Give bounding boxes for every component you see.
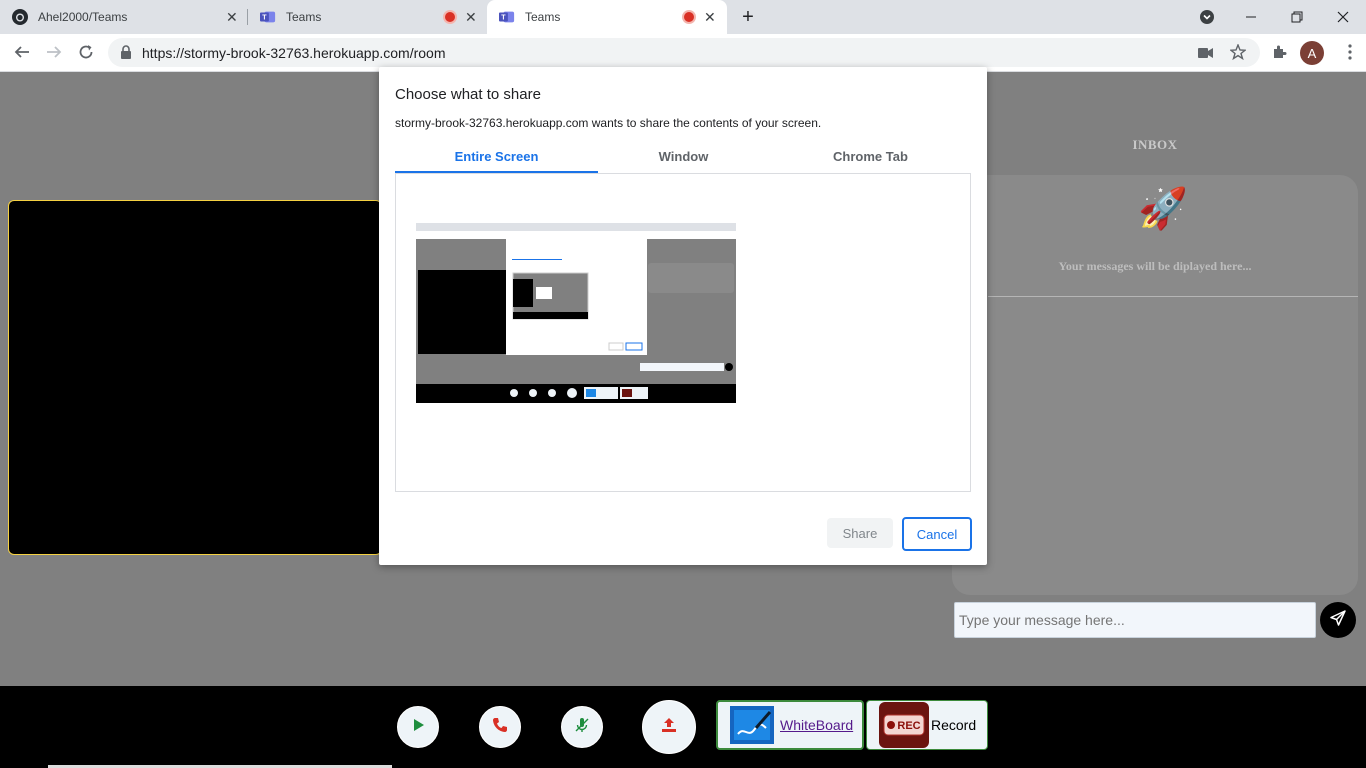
share-screen-dialog: Choose what to share stormy-brook-32763.… xyxy=(379,67,987,565)
screen-thumbnail[interactable] xyxy=(416,223,736,403)
send-message-button[interactable] xyxy=(1320,602,1356,638)
end-call-button[interactable] xyxy=(479,706,521,748)
cancel-button[interactable]: Cancel xyxy=(902,517,972,551)
paper-plane-icon xyxy=(1329,609,1347,632)
inbox-panel: 🚀 Your messages will be diplayed here... xyxy=(952,175,1358,595)
profile-avatar[interactable]: A xyxy=(1300,41,1324,65)
inbox-divider xyxy=(988,296,1358,297)
teams-icon: T xyxy=(260,9,276,25)
rec-camera-icon: REC xyxy=(879,702,929,748)
browser-tab-teams-active[interactable]: T Teams ✕ xyxy=(487,0,727,34)
whiteboard-label: WhiteBoard xyxy=(780,717,854,733)
microphone-slash-icon xyxy=(574,717,590,738)
tab-entire-screen[interactable]: Entire Screen xyxy=(395,149,598,171)
tab-title: Teams xyxy=(286,10,322,24)
menu-kebab-icon[interactable] xyxy=(1338,40,1362,64)
close-tab-icon[interactable]: ✕ xyxy=(465,9,477,26)
screen-preview-area xyxy=(395,173,971,492)
record-label: Record xyxy=(931,717,977,733)
new-tab-button[interactable]: + xyxy=(728,0,768,34)
restore-icon[interactable] xyxy=(1274,0,1320,34)
tab-search-icon[interactable] xyxy=(1184,0,1230,34)
camera-in-use-icon[interactable] xyxy=(1198,46,1214,64)
reload-icon[interactable] xyxy=(74,40,98,64)
tab-chrome-tab[interactable]: Chrome Tab xyxy=(769,149,972,171)
rocket-icon: 🚀 xyxy=(1138,187,1188,231)
address-bar[interactable]: https://stormy-brook-32763.herokuapp.com… xyxy=(108,38,1260,67)
share-screen-button[interactable] xyxy=(642,700,696,754)
play-icon xyxy=(411,718,425,737)
phone-icon xyxy=(492,717,508,738)
svg-text:T: T xyxy=(501,14,506,22)
rec-badge-text: REC xyxy=(897,720,920,732)
extensions-icon[interactable] xyxy=(1268,40,1292,64)
play-video-button[interactable] xyxy=(397,706,439,748)
minimize-icon[interactable] xyxy=(1228,0,1274,34)
teams-icon: T xyxy=(499,9,515,25)
tab-title: Ahel2000/Teams xyxy=(38,10,128,24)
url-text[interactable]: https://stormy-brook-32763.herokuapp.com… xyxy=(142,45,445,61)
github-icon xyxy=(12,9,28,25)
tab-title: Teams xyxy=(525,10,561,24)
back-arrow-icon[interactable] xyxy=(10,40,34,64)
svg-text:T: T xyxy=(262,14,267,22)
record-button[interactable]: REC Record xyxy=(866,700,988,750)
recording-indicator-icon xyxy=(443,10,457,24)
mute-mic-button[interactable] xyxy=(561,706,603,748)
recording-indicator-icon xyxy=(682,10,696,24)
bookmark-star-icon[interactable] xyxy=(1229,43,1247,65)
dialog-title: Choose what to share xyxy=(395,86,541,103)
browser-tab-strip: Ahel2000/Teams ✕ T Teams ✕ T Teams ✕ + xyxy=(0,0,1366,34)
close-tab-icon[interactable]: ✕ xyxy=(226,9,238,26)
inbox-empty-message: Your messages will be diplayed here... xyxy=(1058,259,1252,273)
whiteboard-button[interactable]: WhiteBoard xyxy=(716,700,864,750)
browser-tab-teams-1[interactable]: T Teams ✕ xyxy=(248,0,484,34)
upload-icon xyxy=(660,716,678,739)
browser-tab-github[interactable]: Ahel2000/Teams ✕ xyxy=(0,0,246,34)
whiteboard-icon xyxy=(730,706,774,744)
lock-icon[interactable] xyxy=(120,45,132,64)
call-controls-bar: WhiteBoard REC Record xyxy=(0,686,1366,768)
share-button[interactable]: Share xyxy=(827,518,893,548)
forward-arrow-icon[interactable] xyxy=(42,40,66,64)
dialog-subtitle: stormy-brook-32763.herokuapp.com wants t… xyxy=(395,116,822,130)
close-tab-icon[interactable]: ✕ xyxy=(704,9,716,26)
message-input[interactable] xyxy=(954,602,1316,638)
inbox-title: INBOX xyxy=(1132,137,1178,152)
tab-window[interactable]: Window xyxy=(582,149,785,171)
video-tile xyxy=(8,200,382,555)
close-window-icon[interactable] xyxy=(1320,0,1366,34)
